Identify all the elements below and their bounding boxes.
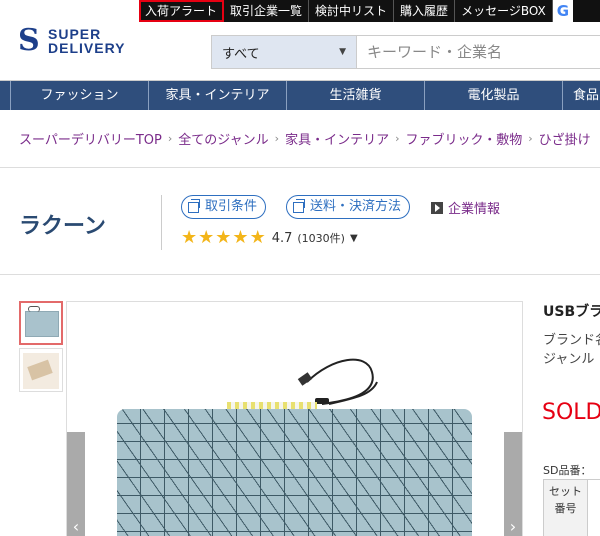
set-table: セット番号 (543, 479, 600, 536)
sold-status: SOLD (542, 400, 600, 425)
top-links: 入荷アラート 取引企業一覧 検討中リスト 購入履歴 メッセージBOX G (139, 0, 600, 22)
google-icon[interactable]: G (552, 0, 574, 22)
chevron-right-icon: › (167, 131, 173, 145)
set-number-header: セット番号 (544, 480, 588, 536)
shop-name[interactable]: ラクーン (19, 208, 106, 240)
divider (0, 167, 600, 168)
divider (0, 274, 600, 275)
star-icon: ★ (249, 227, 266, 248)
product-thumbnail-image (25, 306, 59, 337)
category-furniture[interactable]: 家具・インテリア (148, 81, 286, 110)
chevron-right-icon: › (274, 131, 280, 145)
breadcrumb-top[interactable]: スーパーデリバリーTOP (19, 129, 162, 148)
purchase-history-link[interactable]: 購入履歴 (394, 0, 456, 22)
search-bar: すべて ▼ (211, 35, 600, 69)
category-nav-spacer (0, 81, 10, 110)
company-info-label: 企業情報 (448, 202, 501, 217)
category-nav: ファッション 家具・インテリア 生活雑貨 電化製品 食品 (0, 80, 600, 110)
logo-s-icon: S (18, 23, 40, 58)
category-electronics[interactable]: 電化製品 (424, 81, 562, 110)
thumbnail-1[interactable] (19, 301, 63, 345)
search-category-select[interactable]: すべて ▼ (212, 36, 357, 68)
star-icon: ★ (198, 227, 215, 248)
star-icon: ★ (181, 227, 198, 248)
shipping-payment-button[interactable]: 送料・決済方法 (286, 195, 411, 219)
main-product-image: ‹ › (66, 301, 523, 536)
category-food[interactable]: 食品 (562, 81, 600, 110)
trade-terms-label: 取引条件 (205, 199, 258, 214)
category-household[interactable]: 生活雑貨 (286, 81, 424, 110)
message-box-link[interactable]: メッセージBOX (455, 0, 553, 22)
product-thumbnail-image (23, 353, 59, 389)
usb-controller (315, 398, 329, 404)
wishlist-link[interactable]: 検討中リスト (309, 0, 395, 22)
shipping-payment-label: 送料・決済方法 (310, 199, 402, 214)
divider (161, 195, 162, 250)
brand-label: ブランド名 (543, 333, 600, 348)
play-icon (431, 201, 443, 214)
review-count: (1030件) (297, 232, 345, 245)
company-info-link[interactable]: 企業情報 (431, 198, 500, 217)
chevron-right-icon[interactable]: › (504, 432, 522, 536)
heated-mat (117, 409, 472, 536)
breadcrumb-lap-blanket[interactable]: ひざ掛け (539, 129, 591, 148)
window-icon (293, 198, 305, 213)
chevron-left-icon[interactable]: ‹ (67, 432, 85, 536)
star-icon: ★ (232, 227, 249, 248)
business-list-link[interactable]: 取引企業一覧 (224, 0, 310, 22)
rating-value: 4.7 (271, 230, 293, 246)
shop-rating: ★ ★ ★ ★ ★ 4.7 (1030件) ▼ (181, 229, 358, 247)
chevron-right-icon: › (395, 131, 400, 145)
window-icon (188, 198, 200, 213)
breadcrumb-fabric[interactable]: ファブリック・敷物 (405, 129, 522, 148)
product-title: USBブラ (543, 304, 600, 320)
trade-terms-button[interactable]: 取引条件 (181, 195, 267, 219)
chevron-down-icon[interactable]: ▼ (350, 233, 358, 244)
chevron-right-icon: › (528, 131, 533, 145)
site-logo[interactable]: S SUPER DELIVERY (18, 26, 138, 66)
restock-alert-link[interactable]: 入荷アラート (139, 0, 225, 22)
star-icon: ★ (215, 227, 232, 248)
breadcrumb: スーパーデリバリーTOP › 全てのジャンル › 家具・インテリア › ファブリ… (19, 127, 600, 149)
logo-text: SUPER DELIVERY (48, 26, 126, 56)
thumbnail-2[interactable] (19, 348, 63, 392)
breadcrumb-all-genres[interactable]: 全てのジャンル (178, 129, 268, 148)
search-input[interactable] (357, 36, 600, 68)
breadcrumb-furniture[interactable]: 家具・インテリア (285, 129, 389, 148)
sd-number-label: SD品番： (543, 464, 592, 477)
category-fashion[interactable]: ファッション (10, 81, 148, 110)
genre-label: ジャンル (543, 352, 595, 367)
search-category-value: すべて (222, 46, 260, 62)
site-header: S SUPER DELIVERY すべて ▼ (0, 22, 600, 80)
chevron-down-icon: ▼ (339, 47, 346, 57)
top-utility-bar: 入荷アラート 取引企業一覧 検討中リスト 購入履歴 メッセージBOX G (0, 0, 600, 22)
